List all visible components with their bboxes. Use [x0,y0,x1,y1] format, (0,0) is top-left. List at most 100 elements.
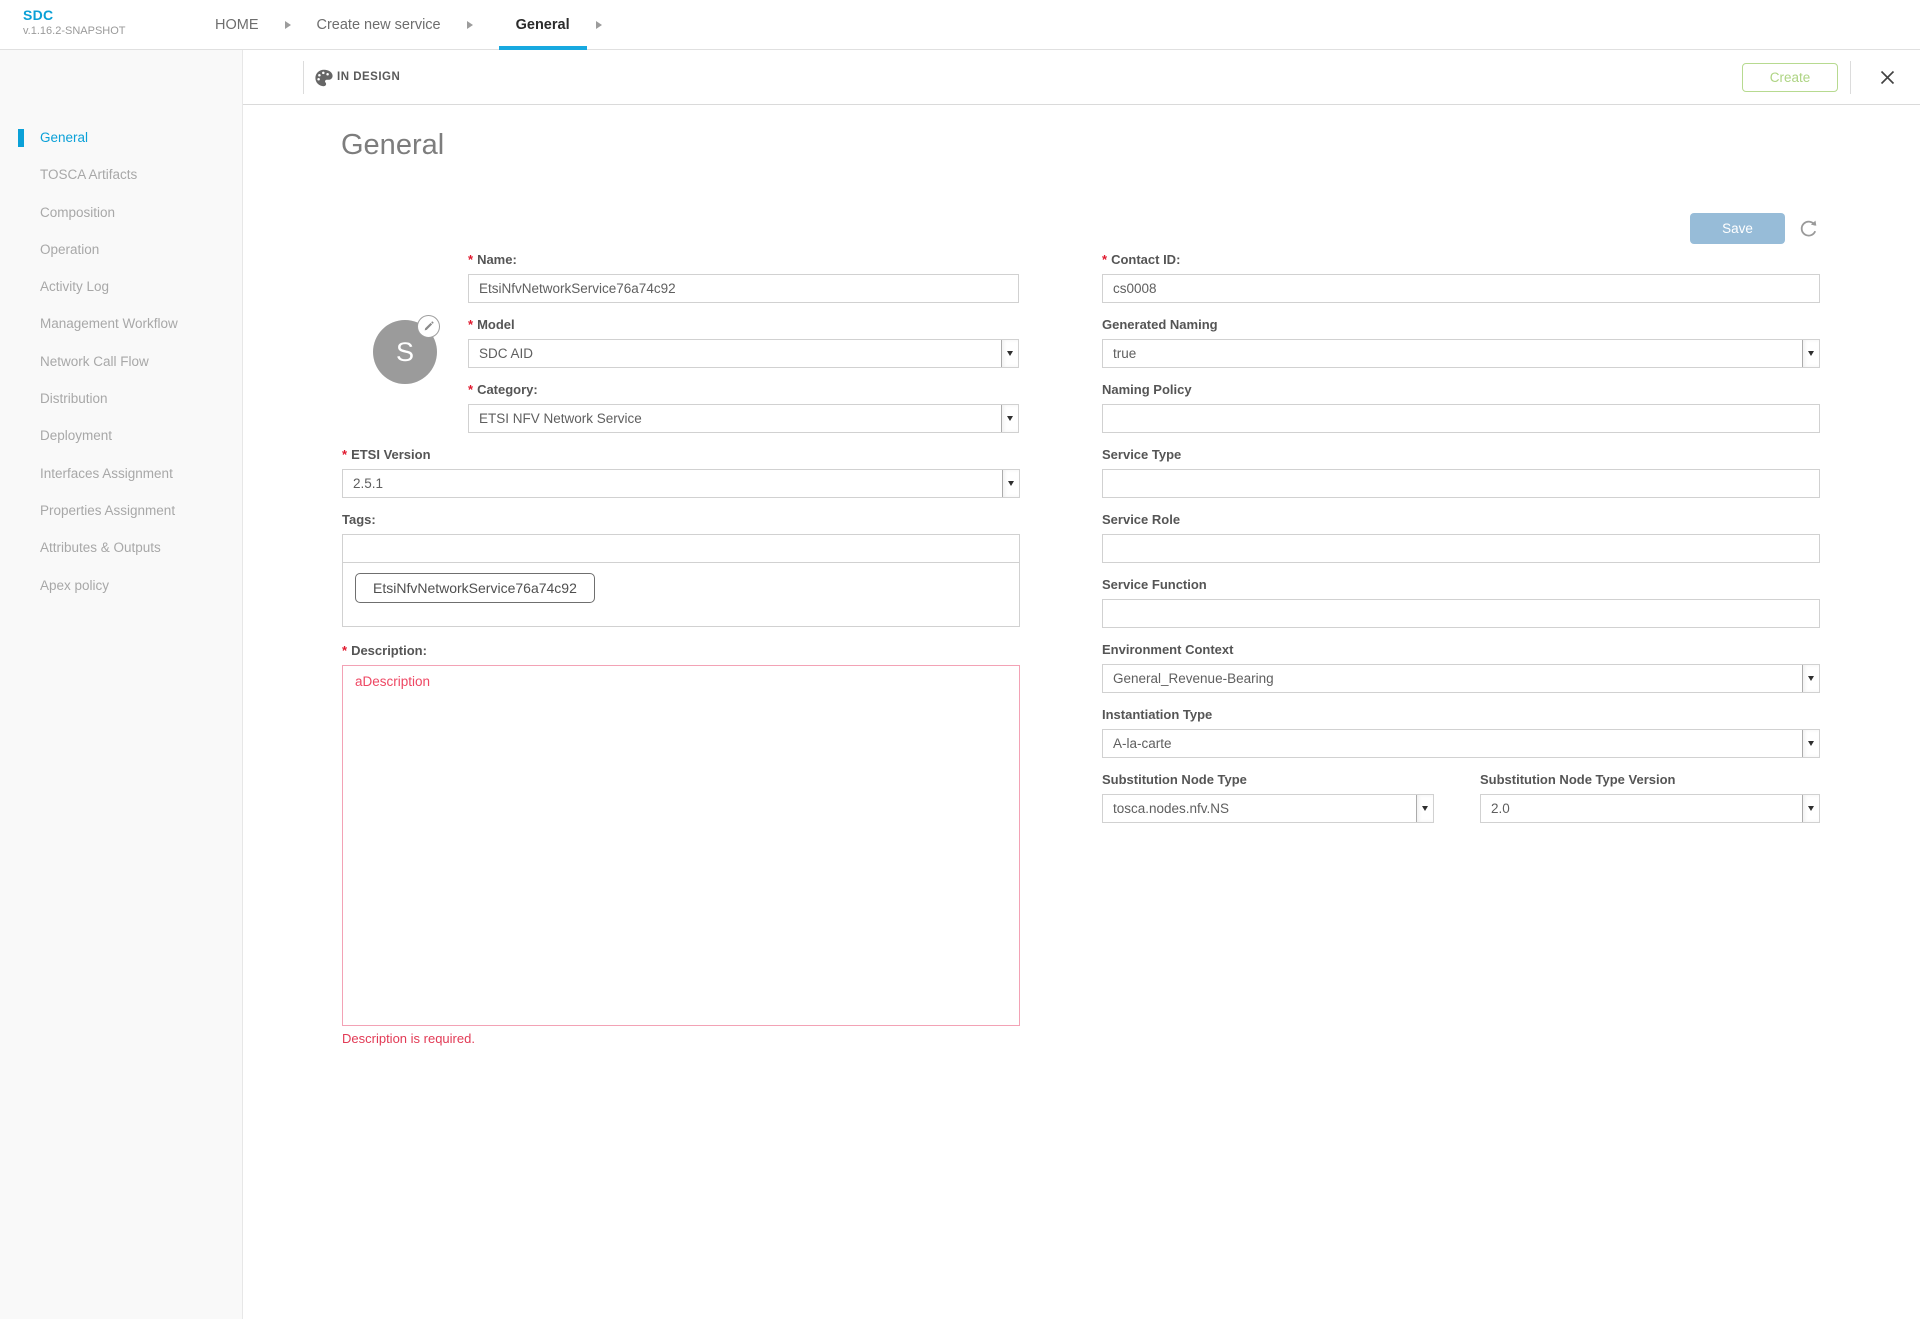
service-role-input[interactable] [1102,534,1820,563]
sidebar-item-label: Operation [40,242,99,257]
substitution-node-type-select[interactable]: tosca.nodes.nfv.NS [1102,794,1434,823]
top-header: SDC v.1.16.2-SNAPSHOT HOME Create new se… [0,0,1920,50]
etsi-version-field: *ETSI Version 2.5.1 [342,447,1020,498]
caret-down-icon [1001,340,1018,367]
caret-right-icon [467,21,473,29]
sidebar-item-properties-assignment[interactable]: Properties Assignment [0,492,242,529]
active-tab-underline [499,46,587,50]
sidebar-item-label: Apex policy [40,578,109,593]
lifecycle-status: IN DESIGN [337,71,400,83]
instantiation-type-field: Instantiation Type A-la-carte [1102,707,1820,758]
tags-field: Tags: EtsiNfvNetworkService76a74c92 [342,512,1020,627]
sidebar-item-tosca-artifacts[interactable]: TOSCA Artifacts [0,156,242,193]
tags-chip-area: EtsiNfvNetworkService76a74c92 [342,562,1020,627]
breadcrumb: HOME Create new service General [215,0,628,50]
etsi-version-label: *ETSI Version [342,447,1020,463]
sidebar-item-label: Properties Assignment [40,503,175,518]
environment-context-label: Environment Context [1102,642,1820,658]
sdc-logo: SDC v.1.16.2-SNAPSHOT [23,7,126,37]
tag-chip[interactable]: EtsiNfvNetworkService76a74c92 [355,573,595,603]
model-select[interactable]: SDC AID [468,339,1019,368]
service-type-input[interactable] [1102,469,1820,498]
etsi-version-select-value: 2.5.1 [353,476,383,491]
sidebar-item-deployment[interactable]: Deployment [0,417,242,454]
sidebar-item-general[interactable]: General [0,119,242,156]
caret-down-icon [1416,795,1433,822]
generated-naming-select-value: true [1113,346,1136,361]
model-field: *Model SDC AID [468,317,1019,368]
category-select[interactable]: ETSI NFV Network Service [468,404,1019,433]
naming-policy-field: Naming Policy [1102,382,1820,433]
category-field: *Category: ETSI NFV Network Service [468,382,1019,433]
service-function-label: Service Function [1102,577,1820,593]
sidebar-item-label: Management Workflow [40,316,178,331]
sidebar-item-label: Interfaces Assignment [40,466,173,481]
sidebar-item-operation[interactable]: Operation [0,231,242,268]
app-name: SDC [23,7,126,23]
etsi-version-select[interactable]: 2.5.1 [342,469,1020,498]
name-input[interactable] [468,274,1019,303]
caret-down-icon [1002,470,1019,497]
sidebar-item-network-call-flow[interactable]: Network Call Flow [0,343,242,380]
substitution-node-type-version-select[interactable]: 2.0 [1480,794,1820,823]
save-button[interactable]: Save [1690,213,1785,244]
caret-down-icon [1802,730,1819,757]
instantiation-type-select-value: A-la-carte [1113,736,1172,751]
caret-right-icon [596,21,602,29]
service-function-field: Service Function [1102,577,1820,628]
required-marker: * [342,643,347,658]
naming-policy-input[interactable] [1102,404,1820,433]
sidebar-item-composition[interactable]: Composition [0,194,242,231]
refresh-icon[interactable] [1798,218,1819,239]
sidebar-item-label: Distribution [40,391,108,406]
sidebar-item-label: Activity Log [40,279,109,294]
generated-naming-label: Generated Naming [1102,317,1820,333]
sidebar-item-management-workflow[interactable]: Management Workflow [0,305,242,342]
sidebar-item-interfaces-assignment[interactable]: Interfaces Assignment [0,455,242,492]
divider [1850,61,1851,94]
tab-home[interactable]: HOME [215,17,259,33]
sidebar-menu: General TOSCA Artifacts Composition Oper… [0,119,242,604]
pencil-icon[interactable] [417,315,440,338]
sidebar-item-label: Composition [40,205,115,220]
naming-policy-label: Naming Policy [1102,382,1820,398]
service-role-field: Service Role [1102,512,1820,563]
sidebar-item-label: Network Call Flow [40,354,149,369]
sidebar: General TOSCA Artifacts Composition Oper… [0,50,243,1319]
status-bar: IN DESIGN Create [243,50,1920,105]
create-button[interactable]: Create [1742,63,1838,92]
required-marker: * [468,382,473,397]
substitution-node-type-version-label: Substitution Node Type Version [1480,772,1820,788]
avatar[interactable]: S [373,320,437,384]
tags-input[interactable] [342,534,1020,563]
tab-create-new-service[interactable]: Create new service [317,17,441,33]
page-title: General [341,129,444,162]
service-function-input[interactable] [1102,599,1820,628]
environment-context-select-value: General_Revenue-Bearing [1113,671,1274,686]
service-type-field: Service Type [1102,447,1820,498]
instantiation-type-select[interactable]: A-la-carte [1102,729,1820,758]
sidebar-item-attributes-outputs[interactable]: Attributes & Outputs [0,529,242,566]
environment-context-select[interactable]: General_Revenue-Bearing [1102,664,1820,693]
sidebar-item-label: General [40,130,88,145]
sidebar-item-distribution[interactable]: Distribution [0,380,242,417]
sdc-app: SDC v.1.16.2-SNAPSHOT HOME Create new se… [0,0,1920,1319]
tab-general[interactable]: General [499,0,587,50]
substitution-node-type-version-field: Substitution Node Type Version 2.0 [1480,772,1820,823]
palette-icon [314,68,334,88]
contact-id-input[interactable] [1102,274,1820,303]
active-item-bar [18,129,24,147]
sidebar-item-activity-log[interactable]: Activity Log [0,268,242,305]
substitution-node-type-version-select-value: 2.0 [1491,801,1510,816]
model-label: *Model [468,317,1019,333]
tab-general-label: General [516,17,570,33]
description-textarea[interactable]: aDescription [342,665,1020,1026]
substitution-node-type-field: Substitution Node Type tosca.nodes.nfv.N… [1102,772,1434,823]
environment-context-field: Environment Context General_Revenue-Bear… [1102,642,1820,693]
close-icon[interactable] [1879,69,1896,86]
sidebar-item-label: Deployment [40,428,112,443]
sidebar-item-apex-policy[interactable]: Apex policy [0,567,242,604]
generated-naming-select[interactable]: true [1102,339,1820,368]
caret-down-icon [1802,795,1819,822]
category-select-value: ETSI NFV Network Service [479,411,642,426]
